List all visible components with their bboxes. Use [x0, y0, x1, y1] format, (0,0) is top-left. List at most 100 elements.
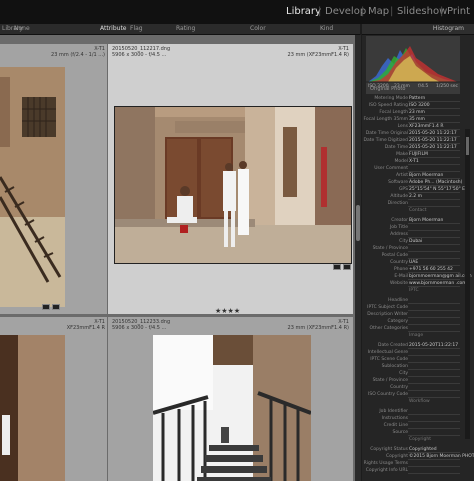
metadata-row: Lens XF23mmF1.4 R [362, 123, 474, 130]
metadata-key: ISO Speed Rating [368, 103, 408, 108]
grid-cell[interactable]: X-T1 XF23mmF1.4 R [0, 317, 107, 481]
thumbnail-image [153, 335, 311, 481]
metadata-key: Sublocation [381, 364, 408, 369]
right-panel: Histogram ISO 3200 23 mm f/4.5 1/250 sec… [362, 24, 474, 481]
metadata-row: ISO Country Code [362, 391, 474, 398]
metadata-key: GPS [398, 187, 408, 192]
metadata-key: Country [390, 260, 408, 265]
filter-color[interactable]: Color [250, 24, 266, 34]
metadata-row: Source [362, 429, 474, 436]
metadata-row: Headline [362, 297, 474, 304]
filter-none[interactable]: None [14, 24, 30, 34]
metadata-key: Category [387, 319, 408, 324]
metadata-key: Metering Mode [374, 96, 408, 101]
histogram-header[interactable]: Histogram [362, 24, 474, 35]
metadata-row: Metering Mode Pattern [362, 95, 474, 102]
histogram-aperture: f/4.5 [418, 84, 429, 89]
metadata-row: Direction [362, 200, 474, 207]
metadata-section-label: Image [409, 333, 424, 338]
metadata-row: Date Time Digitized 2015-05-20 11:22:17 [362, 137, 474, 144]
panel-scrollbar-thumb[interactable] [466, 137, 469, 155]
metadata-key: User Comment [374, 166, 408, 171]
metadata-section-label: Workflow [409, 399, 430, 404]
metadata-row: Software Adobe Ph... (Macintosh) [362, 179, 474, 186]
metadata-section-header: Contact [362, 207, 474, 214]
metadata-row: Job Title [362, 224, 474, 231]
metadata-row: ISO Speed Rating ISO 3200 [362, 102, 474, 109]
grid-scrollbar[interactable] [355, 35, 361, 481]
module-map[interactable]: Map [368, 6, 389, 17]
metadata-key: IPTC Subject Code [367, 305, 408, 310]
grid-cell[interactable]: X-T1 23 mm (f/2.4 - 1/1 ...) [0, 44, 107, 314]
library-grid[interactable]: X-T1 23 mm (f/2.4 - 1/1 ...) 20150520_11… [0, 35, 355, 481]
filter-kind[interactable]: Kind [320, 24, 333, 34]
module-print[interactable]: Print [447, 6, 470, 17]
metadata-key: Creator [391, 218, 408, 223]
metadata-row: IPTC Subject Code [362, 304, 474, 311]
metadata-key: Credit Line [383, 423, 408, 428]
metadata-key: Altitude [390, 194, 408, 199]
metadata-row: State / Province [362, 245, 474, 252]
metadata-key: Copyright Info URL [365, 468, 408, 473]
metadata-key: Lens [397, 124, 408, 129]
thumbnail-image [0, 67, 65, 307]
metadata-row: Artist Bjorn Moerman [362, 172, 474, 179]
metadata-row: Country UAE [362, 259, 474, 266]
metadata-key: Date Created [378, 343, 408, 348]
original-photo-label[interactable]: Original Photo [370, 86, 405, 92]
panel-scrollbar[interactable] [465, 129, 470, 439]
filter-attribute[interactable]: Attribute [100, 24, 127, 34]
metadata-row: Sublocation [362, 363, 474, 370]
metadata-row: Description Writer [362, 311, 474, 318]
metadata-key: Focal Length 35mm [363, 117, 408, 122]
metadata-key: Model [394, 159, 408, 164]
metadata-section-header: Workflow [362, 398, 474, 405]
metadata-key: Intellectual Genre [367, 350, 408, 355]
cell-dimensions: 5906 x 3000 - f/4.5 ... [112, 52, 167, 58]
metadata-key: Address [390, 232, 408, 237]
metadata-row: Address [362, 231, 474, 238]
metadata-section-header: Image [362, 332, 474, 339]
metadata-key: E-Mail [394, 274, 408, 279]
thumb-badge [343, 264, 351, 270]
module-library[interactable]: Library [286, 6, 321, 17]
metadata-row: Phone +971 56 60 255 42 [362, 266, 474, 273]
metadata-row: State / Province [362, 377, 474, 384]
metadata-key: Date Time Original [365, 131, 408, 136]
metadata-key: Copyright Status [370, 447, 408, 452]
metadata-section-header: Copyright [362, 436, 474, 443]
filter-rating[interactable]: Rating [176, 24, 195, 34]
metadata-row: Make FUJIFILM [362, 151, 474, 158]
thumb-badge [42, 304, 50, 310]
metadata-row: City Dubai [362, 238, 474, 245]
module-develop[interactable]: Develop [325, 6, 366, 17]
thumbnail-image [0, 335, 65, 481]
metadata-row: Category [362, 318, 474, 325]
filter-flag[interactable]: Flag [130, 24, 143, 34]
cell-lens: 23 mm (f/2.4 - 1/1 ...) [51, 52, 105, 58]
metadata-key: Date Time [384, 145, 408, 150]
module-picker: Library | Develop | Map | Slideshow | Pr… [0, 0, 474, 24]
metadata-key: Job Title [389, 225, 408, 230]
metadata-key: Focal Length [379, 110, 408, 115]
metadata-key: IPTC Scene Code [370, 357, 408, 362]
grid-cell[interactable]: 20150520_112233.dng 5906 x 3000 - f/4.5 … [108, 317, 353, 481]
library-filter-bar: Library None Attribute Flag Rating Color… [0, 24, 360, 35]
metadata-row: Postal Code [362, 252, 474, 259]
metadata-key: Job Identifier [379, 409, 408, 414]
metadata-key: Date Time Digitized [363, 138, 408, 143]
metadata-row: IPTC Scene Code [362, 356, 474, 363]
thumb-badge [52, 304, 60, 310]
grid-cell-selected[interactable]: 20150520_112217.dng 5906 x 3000 - f/4.5 … [108, 44, 353, 314]
cell-lens: 23 mm (XF23mmF1.4 R) [287, 325, 349, 331]
metadata-row: User Comment [362, 165, 474, 172]
module-separator: | [390, 6, 394, 17]
rating-stars[interactable]: ★★★★ [215, 307, 240, 315]
metadata-row: Focal Length 23 mm [362, 109, 474, 116]
metadata-key: Rights Usage Terms [363, 461, 408, 466]
metadata-section-header: IPTC [362, 287, 474, 294]
grid-scrollbar-thumb[interactable] [356, 205, 360, 241]
metadata-row: Date Time 2015-05-20 11:22:17 [362, 144, 474, 151]
module-separator: | [318, 6, 322, 17]
module-separator: | [440, 6, 444, 17]
